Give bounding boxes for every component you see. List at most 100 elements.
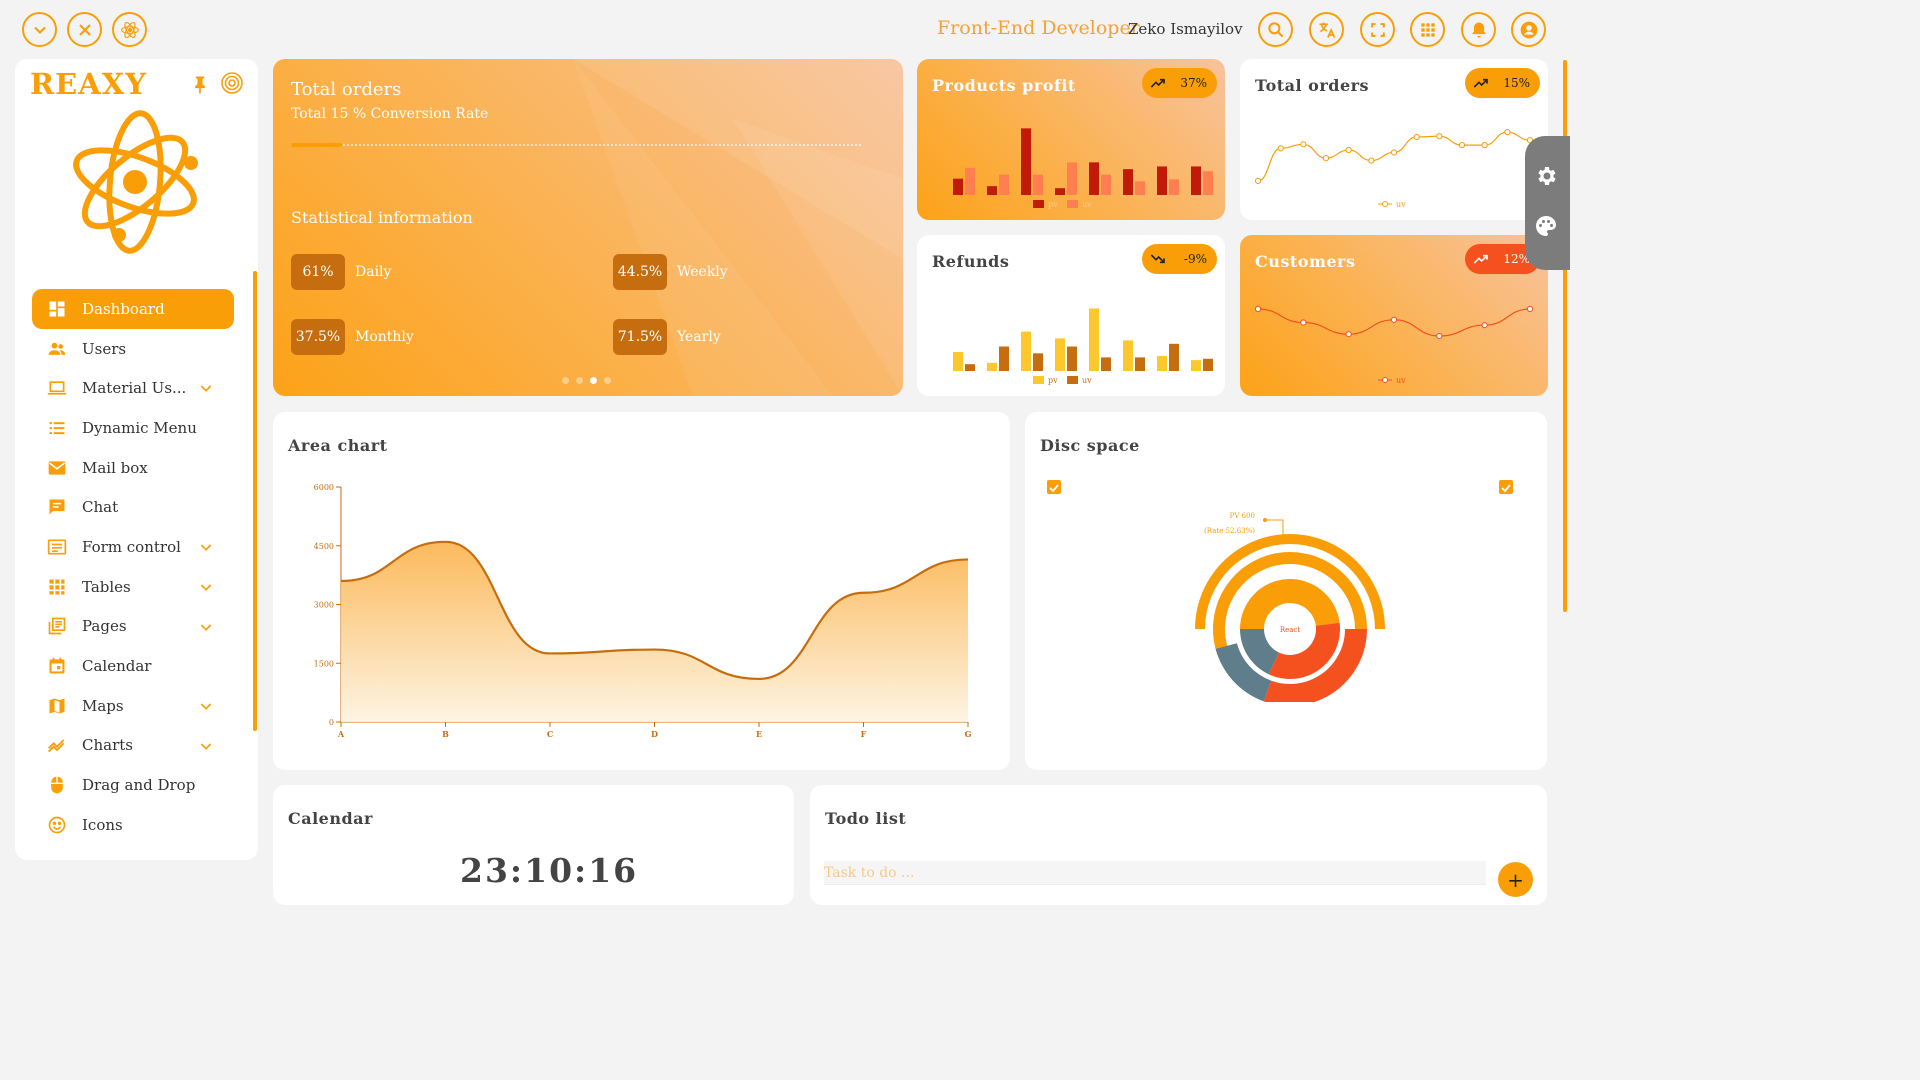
bar-pv [1055, 188, 1065, 195]
bar-pv [1191, 166, 1201, 195]
card-title: Products profit [932, 76, 1076, 95]
y-tick-label: 1500 [314, 659, 334, 668]
stat-yearly: 71.5% Yearly [613, 319, 721, 355]
products-profit-chart: pv uv [953, 128, 1213, 209]
clock: 23:10:16 [460, 851, 639, 890]
grid-icon [49, 579, 65, 595]
bar-uv [1067, 346, 1077, 371]
sidebar-item-dynamic-menu[interactable]: Dynamic Menu [32, 408, 234, 448]
hero-subtitle: Total 15 % Conversion Rate [291, 106, 489, 122]
data-point [1413, 133, 1420, 141]
sidebar-item-label: Maps [82, 696, 124, 715]
trend-badge: 15% [1465, 68, 1540, 98]
bar-pv [987, 186, 997, 195]
apps-icon [1420, 22, 1435, 37]
sidebar-item-mail-box[interactable]: Mail box [32, 448, 234, 488]
close-button[interactable] [67, 12, 102, 47]
sidebar-item-label: Icons [82, 815, 123, 834]
add-todo-button[interactable]: + [1498, 862, 1533, 897]
sidebar-item-icons[interactable]: Icons [32, 805, 234, 845]
checkbox[interactable] [1499, 480, 1513, 494]
sidebar-item-label: Users [82, 339, 127, 358]
customers-chart: uv [1254, 305, 1534, 385]
pages-icon [48, 618, 66, 635]
sidebar: REAXY Dashboard Users Material Us... Dyn… [15, 59, 258, 860]
customers-card: Customers 12% uv [1240, 235, 1548, 396]
pin-icon[interactable] [190, 74, 210, 94]
data-point [1526, 305, 1534, 313]
check-icon [1501, 484, 1511, 493]
data-point [1300, 141, 1307, 148]
card-title: Refunds [932, 252, 1010, 271]
bar-pv [953, 351, 963, 371]
tooltip-dot [1263, 518, 1267, 522]
translate-button[interactable] [1309, 12, 1344, 47]
smiley-icon [48, 816, 66, 834]
sidebar-item-calendar[interactable]: Calendar [32, 646, 234, 686]
todo-card: Todo list + [810, 785, 1547, 905]
sidebar-item-tables[interactable]: Tables [32, 567, 234, 607]
search-button[interactable] [1258, 12, 1293, 47]
x-tick-label: F [861, 729, 867, 739]
fullscreen-icon [1370, 22, 1385, 37]
stat-label: Monthly [355, 329, 414, 345]
target-icon[interactable] [220, 71, 244, 95]
sidebar-item-users[interactable]: Users [32, 329, 234, 369]
carousel-dots [562, 377, 611, 384]
bar-pv [1157, 166, 1167, 195]
sidebar-item-chat[interactable]: Chat [32, 487, 234, 527]
stat-label: Weekly [677, 264, 728, 280]
data-point [1322, 155, 1330, 162]
map-icon [49, 698, 65, 714]
sidebar-item-maps[interactable]: Maps [32, 686, 234, 726]
carousel-dot[interactable] [604, 377, 611, 384]
carousel-dot-active[interactable] [590, 377, 597, 384]
card-title: Disc space [1040, 436, 1140, 455]
fullscreen-button[interactable] [1360, 12, 1395, 47]
sidebar-item-label: Chat [82, 498, 119, 517]
calendar-card: Calendar 23:10:16 [273, 785, 794, 905]
sidebar-item-form-control[interactable]: Form control [32, 527, 234, 567]
sidebar-item-charts[interactable]: Charts [32, 726, 234, 766]
sidebar-item-material-us[interactable]: Material Us... [32, 368, 234, 408]
bar-uv [1203, 358, 1213, 371]
badge-value: -9% [1183, 252, 1207, 266]
bar-uv [1135, 357, 1145, 371]
account-button[interactable] [1511, 12, 1546, 47]
bar-uv [999, 346, 1009, 371]
stat-value: 61% [291, 254, 345, 290]
atom-button[interactable] [112, 12, 147, 47]
checkbox[interactable] [1047, 480, 1061, 494]
palette-icon[interactable] [1534, 214, 1558, 238]
x-tick-label: G [965, 729, 972, 739]
chevron-down-icon [200, 623, 212, 631]
app-logo[interactable]: REAXY [30, 67, 147, 101]
sidebar-item-drag-and-drop[interactable]: Drag and Drop [32, 765, 234, 805]
sidebar-item-dashboard[interactable]: Dashboard [32, 289, 234, 329]
sidebar-item-pages[interactable]: Pages [32, 607, 234, 647]
collapse-button[interactable] [22, 12, 57, 47]
data-point [1481, 142, 1488, 149]
legend-label-pv: pv [1048, 200, 1058, 209]
bar-pv [987, 362, 997, 371]
carousel-dot[interactable] [562, 377, 569, 384]
notifications-button[interactable] [1461, 12, 1496, 47]
legend-label-uv: uv [1082, 200, 1092, 209]
trending-down-icon [1150, 254, 1165, 264]
apps-button[interactable] [1410, 12, 1445, 47]
products-profit-card: Products profit 37% pv uv [917, 59, 1225, 220]
tooltip-line-1: PV 600 [1230, 512, 1255, 520]
bar-uv [965, 167, 975, 195]
todo-input[interactable] [824, 861, 1486, 885]
stat-monthly: 37.5% Monthly [291, 319, 414, 355]
carousel-dot[interactable] [576, 377, 583, 384]
check-icon [1049, 484, 1059, 493]
dashboard-icon [49, 301, 65, 317]
gear-icon[interactable] [1534, 164, 1558, 188]
x-tick-label: B [442, 729, 449, 739]
x-tick-label: A [337, 729, 345, 739]
sidebar-scrollbar[interactable] [253, 271, 257, 731]
sidebar-item-label: Material Us... [82, 379, 187, 398]
data-point [1345, 146, 1352, 154]
tooltip-line-2: (Rate 52.63%) [1204, 527, 1255, 535]
